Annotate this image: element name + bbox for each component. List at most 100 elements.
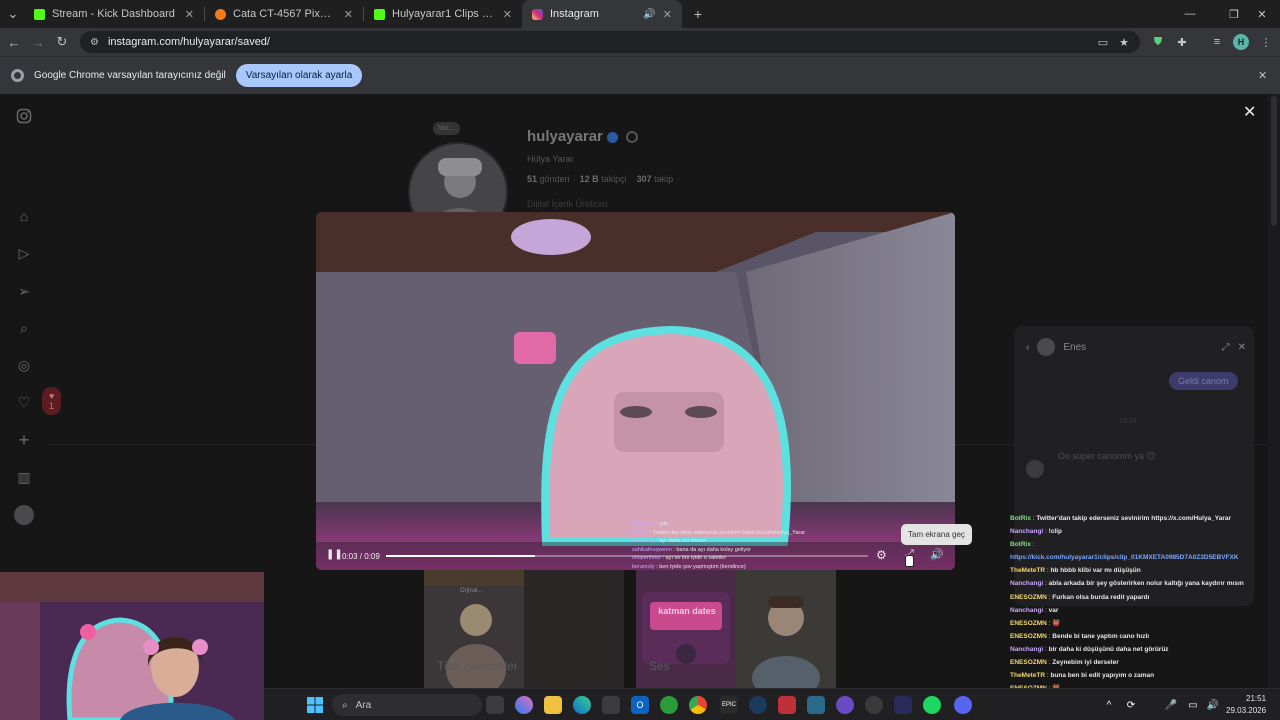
chat-username[interactable]: Nanchangi <box>1010 646 1043 653</box>
all-posts-label[interactable]: Tüm gönderiler <box>437 659 518 673</box>
dm-close-icon[interactable]: ✕ <box>1238 342 1246 353</box>
home-icon[interactable]: ⌂ <box>14 206 34 226</box>
steam-icon[interactable] <box>749 696 767 714</box>
chat-username[interactable]: ENESOZMN <box>1010 620 1047 627</box>
windows-start-icon[interactable] <box>306 696 324 714</box>
chat-username[interactable]: BotRix <box>1010 541 1031 548</box>
edge-icon[interactable] <box>573 696 591 714</box>
chat-username[interactable]: ENESOZMN <box>1010 633 1047 640</box>
back-arrow-icon[interactable]: ← <box>2 30 26 54</box>
discord-icon[interactable] <box>954 696 972 714</box>
chat-username[interactable]: BotRix <box>1010 515 1031 522</box>
app-purple-icon[interactable] <box>836 696 854 714</box>
file-explorer-icon[interactable] <box>544 696 562 714</box>
tab-kick-dashboard[interactable]: Stream - Kick Dashboard ✕ <box>24 0 204 28</box>
task-view-icon[interactable] <box>486 696 504 714</box>
tray-network-icon[interactable]: ▭ <box>1184 696 1202 714</box>
copilot-icon[interactable] <box>515 696 533 714</box>
tray-app-icon[interactable]: ⟳ <box>1122 696 1140 714</box>
profile-note[interactable]: Not... <box>433 122 460 135</box>
outlook-icon[interactable]: O <box>631 696 649 714</box>
chrome-menu-icon[interactable]: ⋮ <box>1258 34 1274 50</box>
epic-games-icon[interactable]: EPIC <box>720 696 738 714</box>
scrollbar-thumb[interactable] <box>1271 96 1277 226</box>
create-plus-icon[interactable]: + <box>14 430 34 450</box>
obs-icon[interactable] <box>865 696 883 714</box>
tab-close-icon[interactable]: ✕ <box>185 8 194 21</box>
chat-username[interactable]: Nanchangi <box>1010 607 1043 614</box>
instagram-logo-icon[interactable] <box>14 106 34 126</box>
settings-gear-icon[interactable]: ⚙ <box>876 548 887 562</box>
pause-icon[interactable]: ❚❚ <box>326 549 343 560</box>
tab-close-icon[interactable]: ✕ <box>344 8 353 21</box>
infobar-close-icon[interactable]: ✕ <box>1258 69 1267 82</box>
chrome-taskbar-icon[interactable] <box>689 696 707 714</box>
app-red-icon[interactable] <box>778 696 796 714</box>
tab-close-icon[interactable]: ✕ <box>503 8 512 21</box>
reload-icon[interactable]: ↻ <box>50 30 74 54</box>
address-bar[interactable]: ⚙ instagram.com/hulyayarar/saved/ <box>80 31 1140 53</box>
tab-audio-icon[interactable]: 🔊 <box>643 9 655 20</box>
reel-video-player[interactable]: beramoly : yok BotRix : Twitter'dan takip… <box>316 212 955 570</box>
taskbar-clock[interactable]: 21:51 29.03.2026 <box>1226 693 1266 717</box>
tray-volume-icon[interactable]: 🔊 <box>1204 696 1222 714</box>
tab-search-button[interactable]: ⌄ <box>2 2 24 26</box>
media-controls-icon[interactable]: ≡ <box>1209 34 1225 50</box>
options-settings-icon[interactable] <box>625 131 638 144</box>
chat-text: Bende bi tane yaptım cano hızlı <box>1052 632 1150 640</box>
install-app-icon[interactable]: ▭ <box>1095 34 1111 50</box>
collection-thumb[interactable] <box>736 570 836 688</box>
followers-stat[interactable]: 12 B takipçi <box>580 174 627 184</box>
tab-close-icon[interactable]: ✕ <box>663 8 672 21</box>
app-dark-icon[interactable] <box>894 696 912 714</box>
chat-username[interactable]: Nanchangi <box>1010 580 1043 587</box>
chat-link[interactable]: https://kick.com/hulyayarar1/clips/clip_… <box>1010 554 1239 561</box>
store-icon[interactable] <box>602 696 620 714</box>
search-icon[interactable]: ⌕ <box>14 318 34 338</box>
volume-icon[interactable]: 🔊 <box>930 548 944 561</box>
notification-badge[interactable]: ♥ 1 <box>42 387 62 415</box>
following-stat[interactable]: 307 takip <box>637 174 674 184</box>
dm-avatar[interactable] <box>1037 338 1056 356</box>
shield-extension-icon[interactable]: ⛊ <box>1150 34 1166 50</box>
video-progress-bar[interactable] <box>386 555 868 557</box>
spotify-icon[interactable] <box>923 696 941 714</box>
minimize-window-icon[interactable]: — <box>1172 0 1208 28</box>
tray-chevron-icon[interactable]: ^ <box>1100 696 1118 714</box>
close-modal-icon[interactable]: ✕ <box>1243 102 1256 122</box>
extensions-puzzle-icon[interactable]: ✚ <box>1174 34 1190 50</box>
close-window-icon[interactable]: ✕ <box>1244 0 1280 28</box>
chat-username[interactable]: TheMeteTR <box>1010 567 1045 574</box>
expand-icon[interactable]: ⤢ <box>1222 342 1230 353</box>
audio-label[interactable]: Ses <box>649 659 670 673</box>
tab-cata-led[interactable]: Cata CT-4567 Pixel Neon LED S ✕ <box>205 0 363 28</box>
xbox-icon[interactable] <box>660 696 678 714</box>
tab-instagram[interactable]: Instagram 🔊 ✕ <box>522 0 682 28</box>
reels-icon[interactable]: ▷ <box>14 243 34 263</box>
collection-thumb[interactable] <box>524 570 624 688</box>
dm-contact-name[interactable]: Enes <box>1063 342 1086 353</box>
site-info-icon[interactable]: ⚙ <box>90 37 99 48</box>
bookmark-star-icon[interactable]: ★ <box>1116 34 1132 50</box>
tray-mic-icon[interactable]: 🎤 <box>1162 696 1180 714</box>
chat-username[interactable]: ENESOZMN <box>1010 659 1047 666</box>
tab-kick-clips[interactable]: Hulyayarar1 Clips - Watch Live ✕ <box>364 0 522 28</box>
back-chevron-icon[interactable]: ‹ <box>1026 342 1029 353</box>
heart-icon[interactable]: ♡ <box>14 392 34 412</box>
taskbar-search[interactable]: ⌕ Ara <box>332 694 482 716</box>
page-scrollbar[interactable] <box>1268 94 1280 688</box>
chat-username[interactable]: Nanchangi <box>1010 528 1043 535</box>
explore-compass-icon[interactable]: ◎ <box>14 355 34 375</box>
received-message: Oo super canomm ya 😊 <box>1058 451 1156 461</box>
new-tab-button[interactable]: + <box>686 2 710 26</box>
direct-send-icon[interactable]: ➢ <box>14 281 34 301</box>
profile-avatar[interactable]: H <box>1233 34 1249 50</box>
dashboard-chart-icon[interactable]: ▥ <box>14 467 34 487</box>
chat-username[interactable]: ENESOZMN <box>1010 594 1047 601</box>
chat-username[interactable]: TheMeteTR <box>1010 672 1045 679</box>
set-default-button[interactable]: Varsayılan olarak ayarla <box>235 64 363 87</box>
forward-arrow-icon[interactable]: → <box>26 30 50 54</box>
profile-avatar-icon[interactable] <box>14 505 34 525</box>
app-fish-icon[interactable] <box>807 696 825 714</box>
posts-stat[interactable]: 51 gönderi <box>527 174 570 184</box>
